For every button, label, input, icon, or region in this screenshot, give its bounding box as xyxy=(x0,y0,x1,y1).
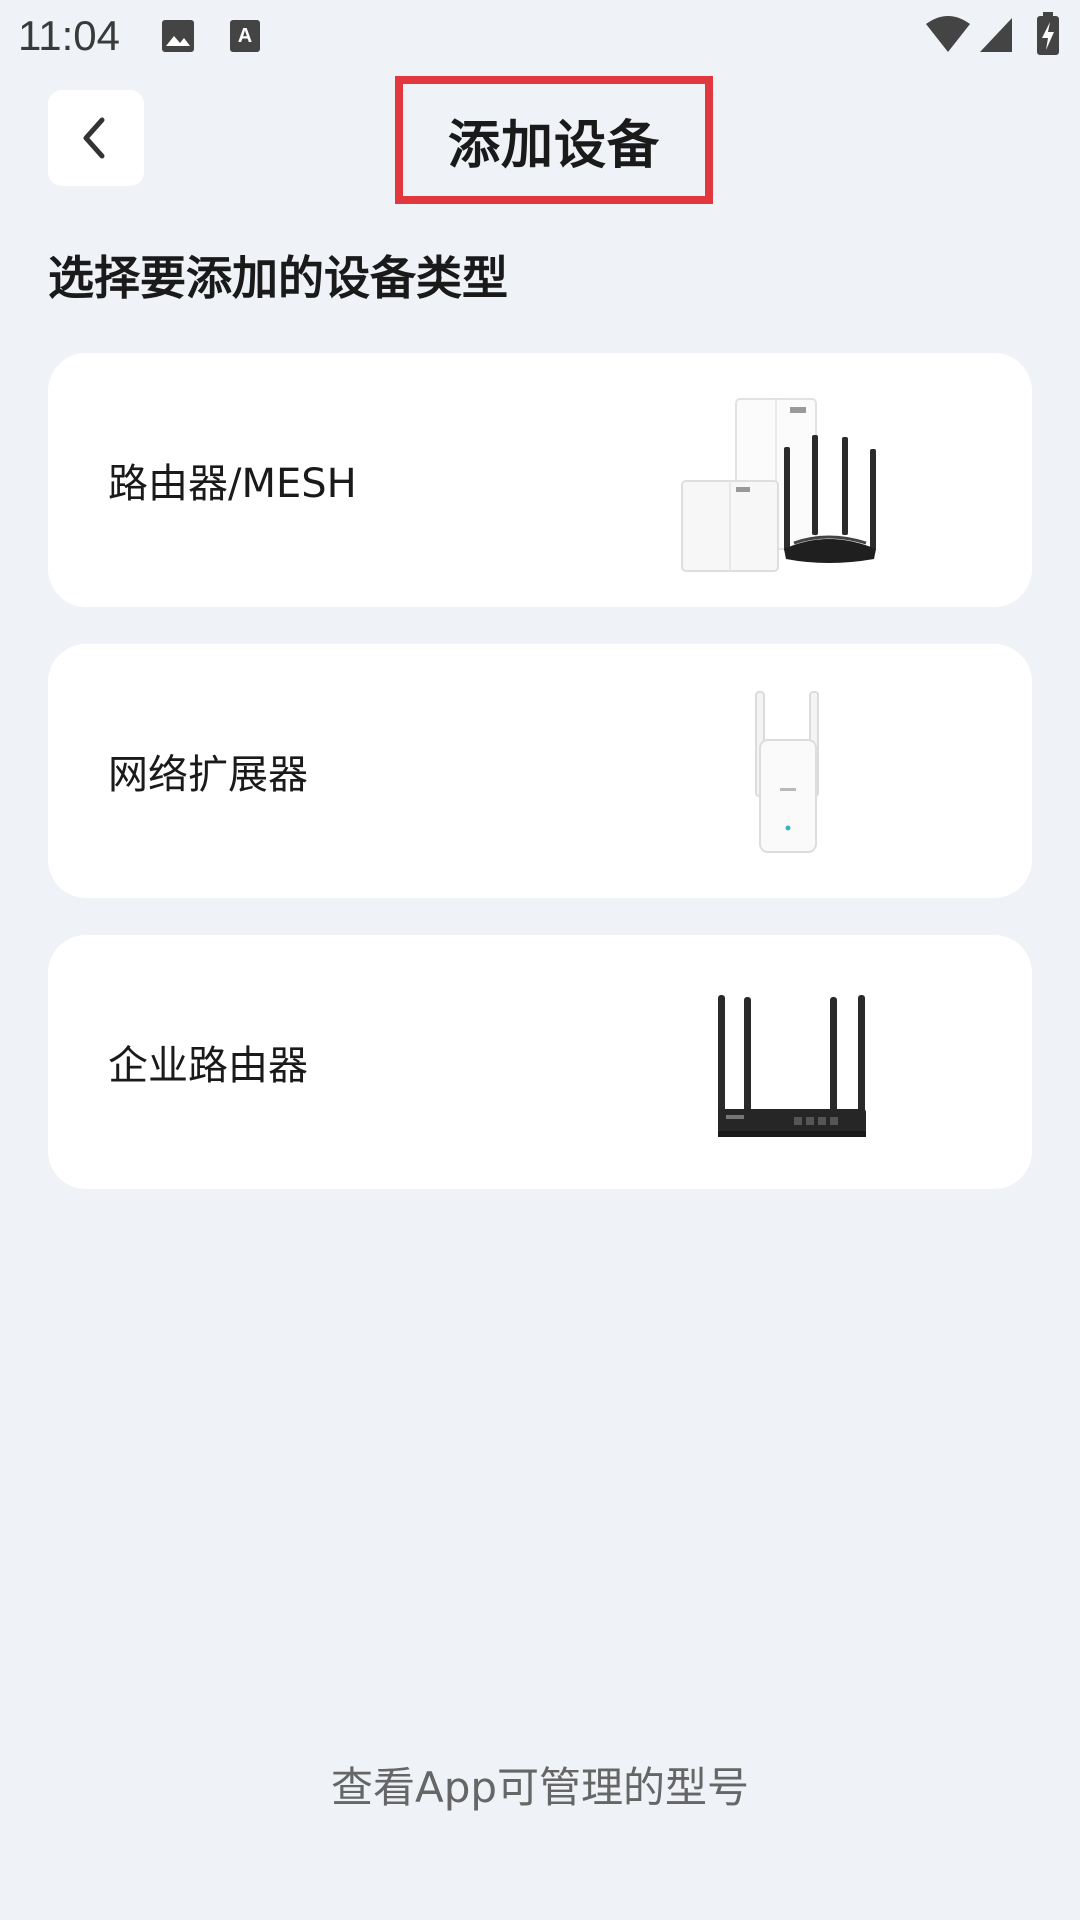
status-time: 11:04 xyxy=(18,12,120,59)
chevron-left-icon xyxy=(83,117,105,159)
device-type-label: 企业路由器 xyxy=(108,1043,308,1089)
signal-icon xyxy=(980,18,1012,52)
section-heading: 选择要添加的设备类型 xyxy=(48,251,508,305)
battery-charging-icon xyxy=(1037,12,1059,55)
add-device-screen: 11:04 A 添加设备 选择要添加的设备类型 路由器/MESH 网络扩展器 企… xyxy=(0,0,1080,1920)
a-icon: A xyxy=(230,20,260,52)
device-type-card-range-extender[interactable]: 网络扩展器 xyxy=(48,644,1032,898)
svg-text:A: A xyxy=(238,25,252,47)
title-highlight-box: 添加设备 xyxy=(395,76,713,204)
back-button[interactable] xyxy=(48,90,144,186)
gallery-icon xyxy=(162,20,194,52)
device-type-label: 网络扩展器 xyxy=(108,752,308,798)
enterprise-router-image xyxy=(718,995,866,1137)
device-type-card-enterprise-router[interactable]: 企业路由器 xyxy=(48,935,1032,1189)
device-type-card-router-mesh[interactable]: 路由器/MESH xyxy=(48,353,1032,607)
range-extender-image xyxy=(755,691,819,853)
wifi-icon xyxy=(926,16,970,52)
supported-models-link[interactable]: 查看App可管理的型号 xyxy=(0,1754,1080,1815)
status-bar: 11:04 A xyxy=(0,0,1080,70)
device-type-label: 路由器/MESH xyxy=(108,461,357,507)
router-mesh-image xyxy=(681,398,876,572)
page-title: 添加设备 xyxy=(447,115,660,176)
